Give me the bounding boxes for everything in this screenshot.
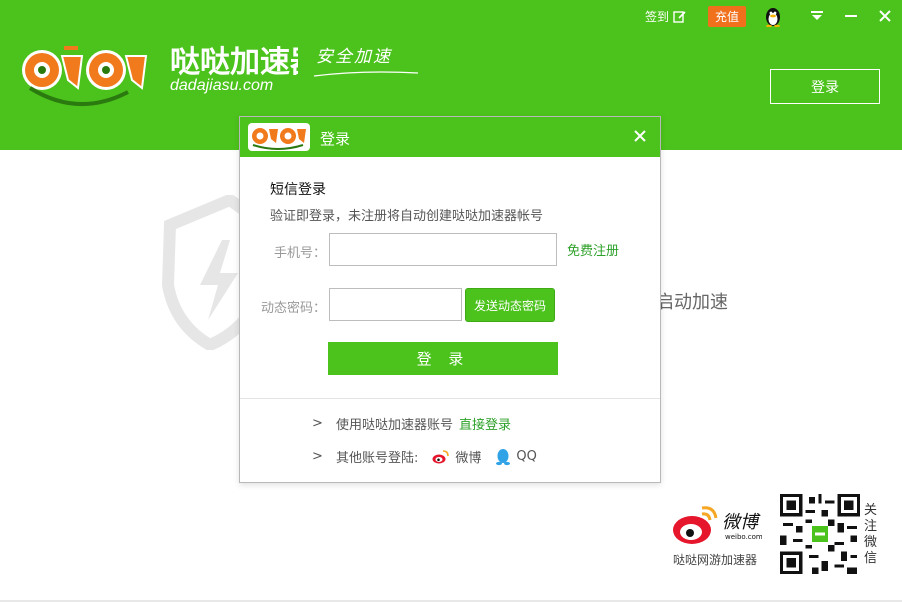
- slogan-swash: [313, 71, 419, 77]
- login-button[interactable]: 登 录: [328, 342, 558, 375]
- window-topbar: 签到 充值: [645, 0, 902, 32]
- close-icon: [634, 130, 646, 142]
- brand-name: 哒哒加速器: [170, 46, 298, 79]
- dynamic-password-input[interactable]: [329, 288, 462, 321]
- qq-login-label: QQ: [516, 449, 537, 464]
- follow-wechat-text: 关注微信: [864, 503, 878, 566]
- dialog-divider: [240, 398, 660, 399]
- signin-label: 签到: [644, 9, 669, 24]
- sms-login-description: 验证即登录，未注册将自动创建哒哒加速器帐号: [270, 209, 544, 224]
- account-login-row: > 使用哒哒加速器账号 直接登录: [312, 414, 511, 433]
- dialog-close-button[interactable]: [626, 122, 654, 150]
- minimize-button[interactable]: [834, 0, 868, 32]
- phone-input[interactable]: [329, 233, 557, 266]
- login-dialog: 登录 短信登录 验证即登录，未注册将自动创建哒哒加速器帐号 手机号： 免费注册 …: [239, 116, 661, 483]
- start-accelerate-text: 启动加速: [656, 292, 728, 313]
- brand-domain: dadajiasu.com: [170, 77, 273, 94]
- qq-icon: [496, 448, 511, 465]
- close-window-button[interactable]: [868, 0, 902, 32]
- dadajiasu-logo: 哒哒加速器 dadajiasu.com: [22, 46, 298, 107]
- arrow-icon: >: [312, 449, 323, 464]
- dialog-logo: [248, 123, 310, 151]
- weibo-login-button[interactable]: 微博: [432, 447, 481, 466]
- arrow-icon: >: [312, 416, 323, 431]
- phone-label: 手机号：: [273, 246, 326, 261]
- signin-button[interactable]: 签到: [645, 8, 686, 25]
- recharge-button[interactable]: 充值: [707, 5, 746, 27]
- dynamic-password-label: 动态密码：: [260, 301, 326, 316]
- direct-login-link[interactable]: 直接登录: [459, 414, 511, 433]
- qq-penguin-icon[interactable]: [762, 5, 784, 27]
- dropdown-icon: [811, 11, 823, 20]
- other-login-text: 其他账号登陆:: [336, 451, 419, 466]
- dropdown-menu-button[interactable]: [800, 0, 834, 32]
- other-login-row: > 其他账号登陆: 微博 QQ: [312, 447, 537, 466]
- weibo-icon[interactable]: 微博 weibo.com: [670, 502, 762, 548]
- sms-login-title: 短信登录: [270, 182, 326, 198]
- slogan: 安全加速: [316, 47, 392, 67]
- weibo-brand: 微博: [722, 512, 761, 533]
- qr-code: [780, 494, 860, 574]
- qq-login-button[interactable]: QQ: [495, 448, 537, 466]
- dialog-header: 登录: [240, 117, 660, 157]
- edit-icon: [673, 10, 686, 23]
- account-login-text: 使用哒哒加速器账号: [336, 418, 454, 433]
- weibo-icon: [432, 449, 450, 463]
- footer-caption: 哒哒网游加速器: [673, 553, 758, 567]
- header-login-button[interactable]: 登录: [770, 69, 880, 104]
- weibo-domain: weibo.com: [725, 533, 762, 541]
- close-icon: [879, 10, 891, 22]
- weibo-login-label: 微博: [455, 451, 482, 466]
- minimize-icon: [845, 15, 857, 17]
- send-code-button[interactable]: 发送动态密码: [465, 288, 555, 322]
- dialog-title: 登录: [320, 130, 351, 148]
- free-register-link[interactable]: 免费注册: [567, 240, 619, 259]
